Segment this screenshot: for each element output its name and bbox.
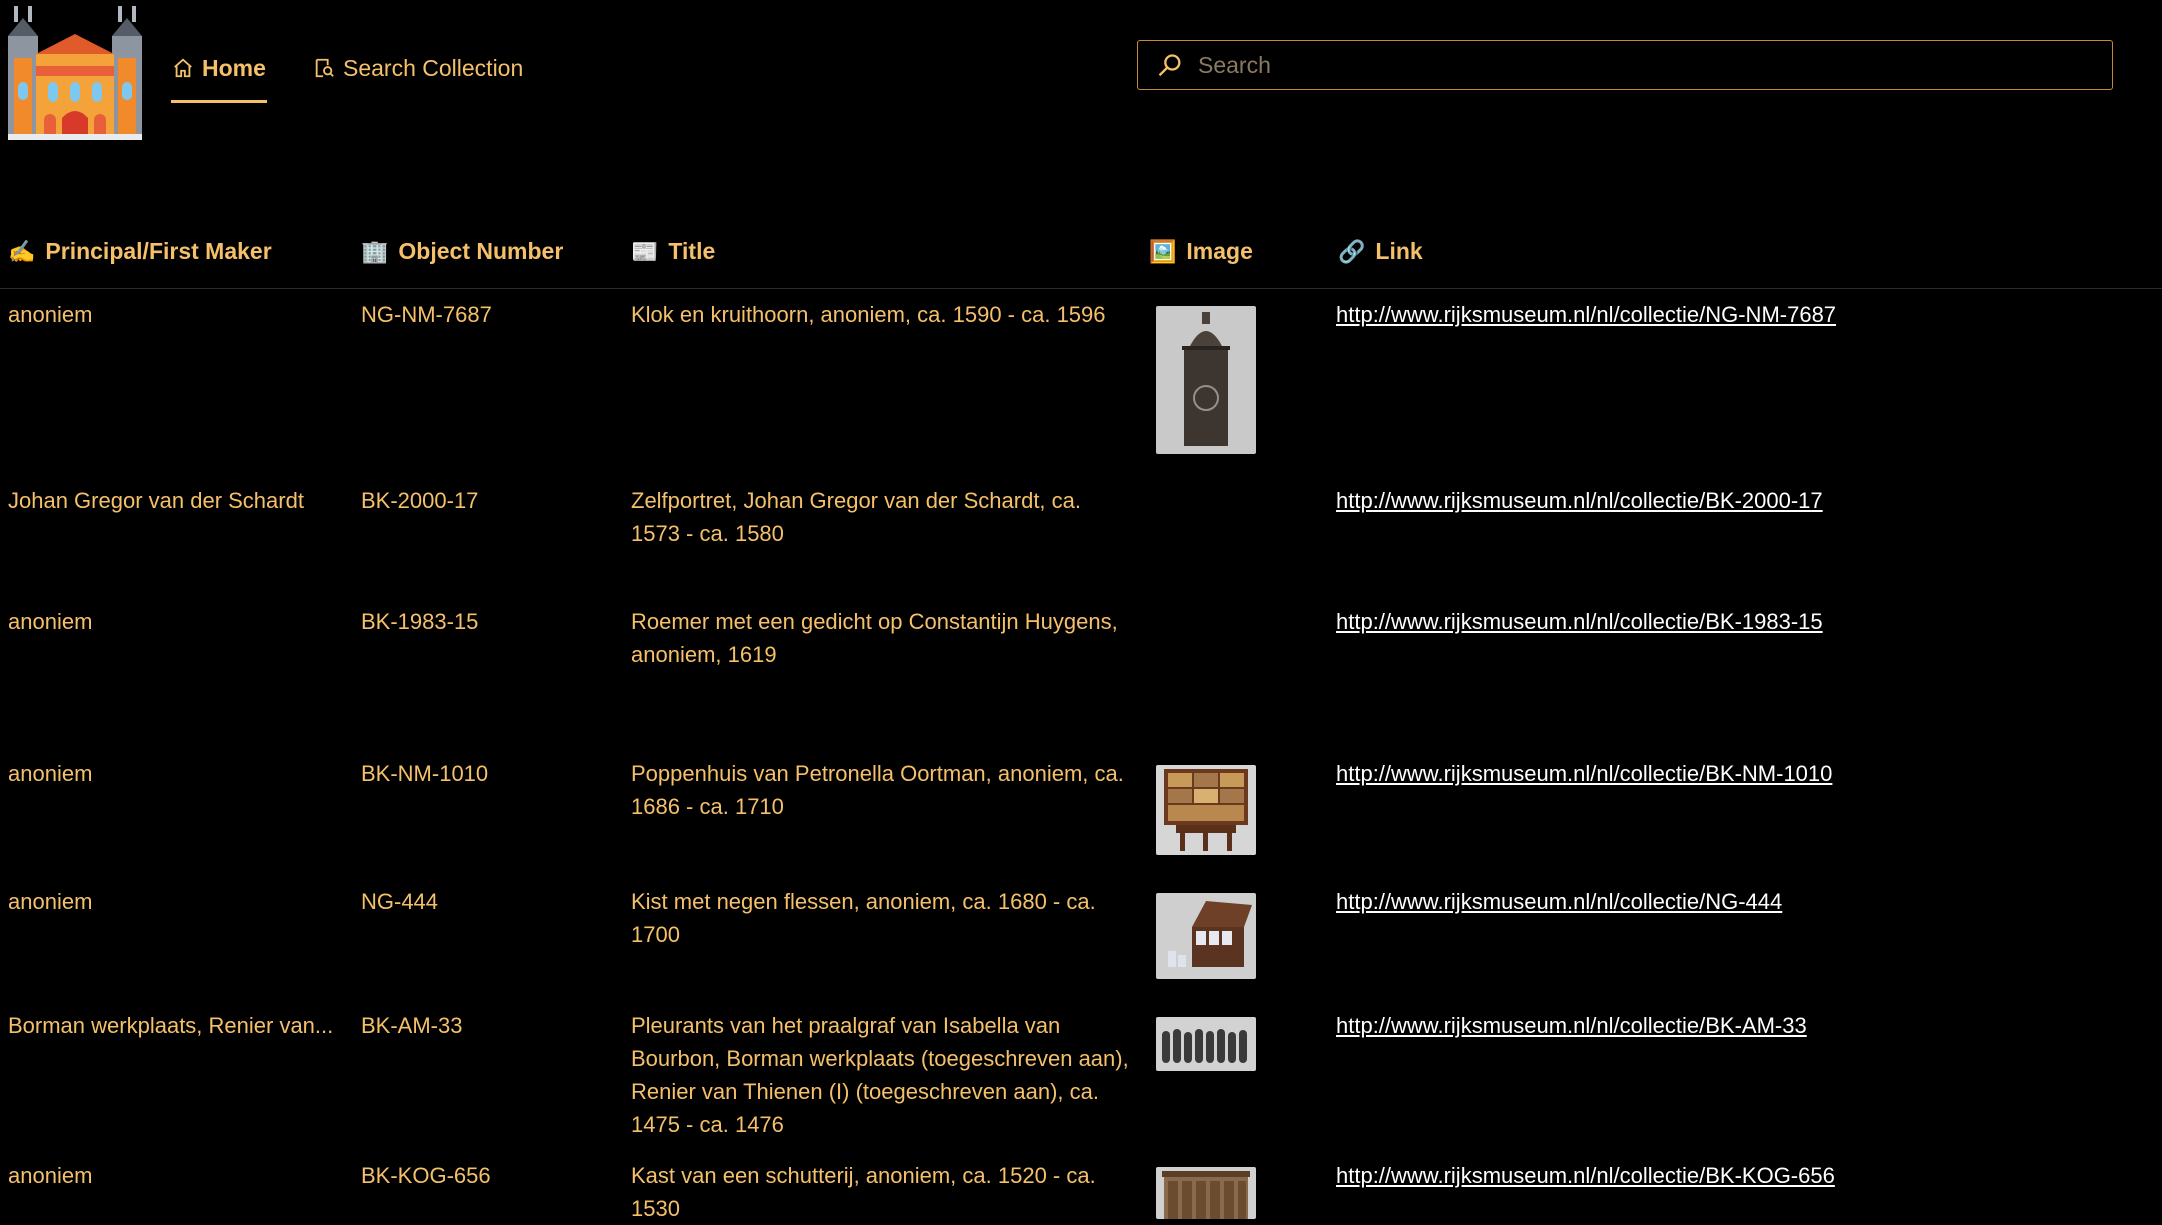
nav-search-collection[interactable]: Search Collection [313,48,523,88]
writing-hand-icon: ✍️ [8,238,36,264]
active-tab-indicator [171,100,267,103]
picture-icon: 🖼️ [1149,238,1177,264]
museum-logo[interactable] [8,6,142,140]
cell-link[interactable]: http://www.rijksmuseum.nl/nl/collectie/B… [1336,1159,1835,1192]
cell-object-number: BK-AM-33 [361,1013,463,1038]
object-thumbnail[interactable] [1156,1167,1256,1219]
cell-maker: anoniem [8,1163,93,1188]
cell-maker: anoniem [8,761,93,786]
header-maker-label: Principal/First Maker [45,238,272,264]
cell-title: Kast van een schutterij, anoniem, ca. 15… [631,1163,1096,1221]
cell-title: Roemer met een gedicht op Constantijn Hu… [631,609,1118,667]
header-link-label: Link [1375,238,1423,264]
cell-object-number: NG-NM-7687 [361,302,492,327]
cell-link[interactable]: http://www.rijksmuseum.nl/nl/collectie/N… [1336,298,1836,331]
header-link[interactable]: 🔗 Link [1338,238,1423,265]
table-header: ✍️ Principal/First Maker 🏢 Object Number… [0,230,2162,289]
cell-title: Poppenhuis van Petronella Oortman, anoni… [631,761,1124,819]
header-image[interactable]: 🖼️ Image [1149,238,1253,265]
search-collection-icon [313,57,335,79]
cell-maker: anoniem [8,609,93,634]
header-image-label: Image [1186,238,1253,264]
cell-title: Klok en kruithoorn, anoniem, ca. 1590 - … [631,302,1106,327]
link-icon: 🔗 [1338,238,1366,264]
cell-object-number: NG-444 [361,889,439,914]
cell-maker: anoniem [8,889,93,914]
header-maker[interactable]: ✍️ Principal/First Maker [8,238,272,265]
cell-object-number: BK-2000-17 [361,488,479,513]
cell-maker: anoniem [8,302,93,327]
object-thumbnail[interactable] [1156,306,1256,454]
object-thumbnail[interactable] [1156,765,1256,855]
top-header: Home Search Collection [0,0,2162,150]
object-thumbnail[interactable] [1156,893,1256,979]
search-icon [1156,52,1184,85]
cell-maker: Johan Gregor van der Schardt [8,488,304,513]
collection-table: ✍️ Principal/First Maker 🏢 Object Number… [0,230,2162,1221]
cell-link[interactable]: http://www.rijksmuseum.nl/nl/collectie/N… [1336,885,1782,918]
object-thumbnail[interactable] [1156,1017,1256,1071]
header-title[interactable]: 📰 Title [631,238,715,265]
newspaper-icon: 📰 [631,238,659,264]
cell-title: Kist met negen flessen, anoniem, ca. 168… [631,889,1096,947]
header-title-label: Title [668,238,716,264]
header-object-number-label: Object Number [398,238,564,264]
cell-link[interactable]: http://www.rijksmuseum.nl/nl/collectie/B… [1336,484,1823,517]
cell-link[interactable]: http://www.rijksmuseum.nl/nl/collectie/B… [1336,757,1832,790]
cell-title: Zelfportret, Johan Gregor van der Schard… [631,488,1082,546]
cell-title: Pleurants van het praalgraf van Isabella… [631,1013,1129,1137]
building-icon: 🏢 [361,238,389,264]
cell-link[interactable]: http://www.rijksmuseum.nl/nl/collectie/B… [1336,1009,1807,1042]
cell-object-number: BK-NM-1010 [361,761,489,786]
cell-maker: Borman werkplaats, Renier van... [8,1013,334,1038]
nav-search-collection-label: Search Collection [343,54,524,81]
home-icon [172,57,194,79]
search-box[interactable] [1137,40,2113,90]
cell-link[interactable]: http://www.rijksmuseum.nl/nl/collectie/B… [1336,605,1823,638]
nav-home-label: Home [202,54,266,81]
cell-object-number: BK-KOG-656 [361,1163,491,1188]
cell-object-number: BK-1983-15 [361,609,479,634]
nav-home[interactable]: Home [172,48,266,88]
header-object-number[interactable]: 🏢 Object Number [361,238,563,265]
search-input[interactable] [1196,41,2100,89]
